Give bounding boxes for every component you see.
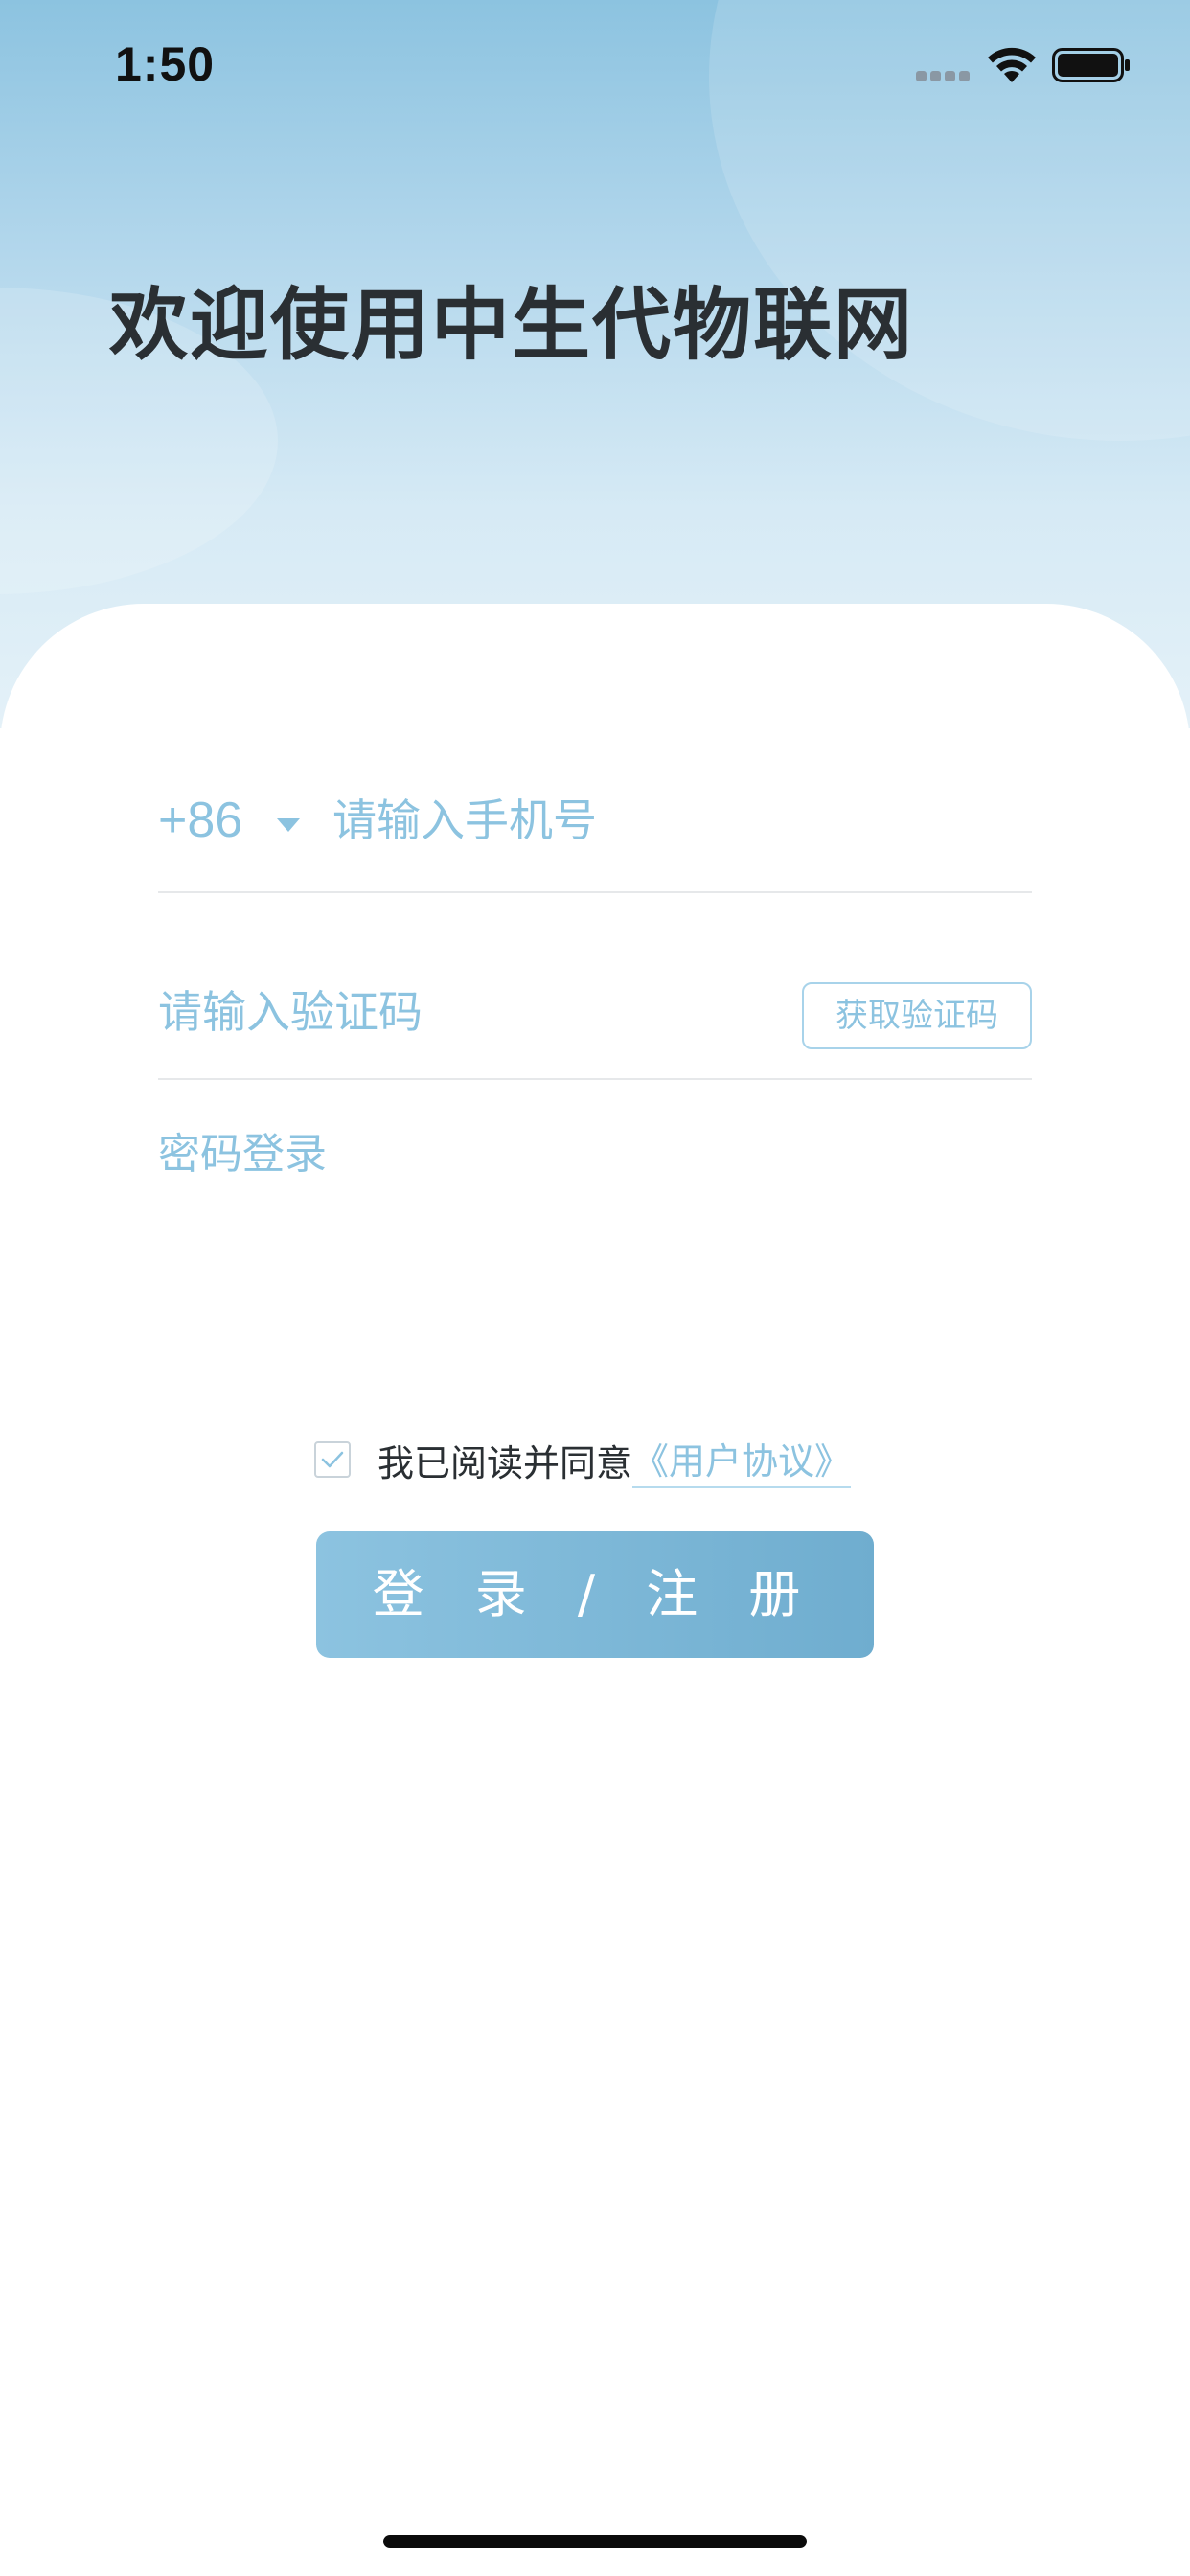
cellular-signal-icon bbox=[916, 71, 970, 82]
triangle-down-icon[interactable] bbox=[277, 818, 300, 832]
verification-code-input[interactable] bbox=[158, 974, 733, 1050]
page-title: 欢迎使用中生代物联网 bbox=[109, 280, 915, 371]
get-code-button[interactable]: 获取验证码 bbox=[802, 982, 1032, 1049]
phone-input[interactable] bbox=[332, 782, 1003, 859]
verification-code-row: 获取验证码 bbox=[158, 949, 1032, 1080]
home-indicator[interactable] bbox=[383, 2535, 807, 2548]
wifi-icon bbox=[988, 47, 1036, 82]
login-register-button[interactable]: 登 录 / 注 册 bbox=[316, 1531, 874, 1658]
status-bar: 1:50 bbox=[0, 0, 1190, 126]
agreement-checkbox[interactable] bbox=[314, 1441, 351, 1478]
user-agreement-link[interactable]: 《用户协议》 bbox=[632, 1432, 852, 1488]
country-code-selector[interactable]: +86 bbox=[158, 792, 242, 849]
agreement-row: 我已阅读并同意 《用户协议》 bbox=[314, 1436, 852, 1488]
phone-field-row: +86 bbox=[158, 757, 1032, 893]
status-time: 1:50 bbox=[115, 37, 216, 91]
password-login-link[interactable]: 密码登录 bbox=[158, 1119, 327, 1181]
battery-icon bbox=[1052, 48, 1130, 82]
agreement-text: 我已阅读并同意 bbox=[378, 1441, 633, 1484]
checkmark-icon bbox=[321, 1451, 344, 1468]
login-screen: 1:50 欢迎使用中生代物联网 +86 获取验证码 密码登录 bbox=[0, 0, 1190, 2576]
